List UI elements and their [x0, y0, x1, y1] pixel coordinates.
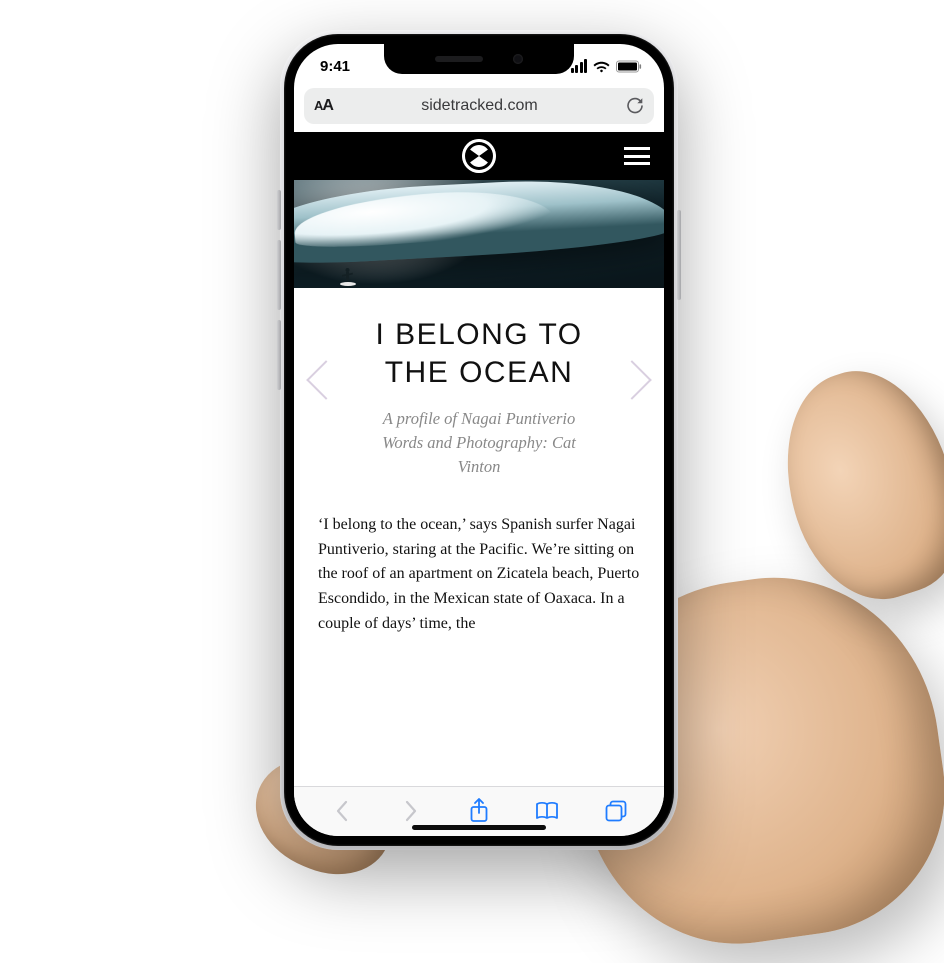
- wifi-icon: [593, 60, 610, 73]
- article-byline: A profile of Nagai Puntiverio Words and …: [316, 407, 642, 479]
- site-logo[interactable]: [462, 139, 496, 173]
- bookmarks-button[interactable]: [532, 796, 562, 826]
- webpage-viewport[interactable]: I BELONG TO THE OCEAN A profile of Nagai…: [294, 132, 664, 786]
- status-time: 9:41: [320, 58, 350, 75]
- iphone-device: 9:41 AA sidetracked.com: [280, 30, 678, 850]
- reload-button[interactable]: [626, 96, 644, 116]
- article-body: ‘I belong to the ocean,’ says Spanish su…: [316, 513, 642, 637]
- hero-image: [294, 180, 664, 288]
- share-button[interactable]: [464, 796, 494, 826]
- back-button[interactable]: [327, 796, 357, 826]
- surfer-icon: [340, 266, 356, 286]
- tabs-button[interactable]: [601, 796, 631, 826]
- site-header: [294, 132, 664, 180]
- device-notch: [384, 44, 574, 74]
- url-text[interactable]: sidetracked.com: [341, 97, 618, 115]
- article: I BELONG TO THE OCEAN A profile of Nagai…: [294, 288, 664, 637]
- menu-button[interactable]: [624, 147, 650, 165]
- home-indicator[interactable]: [412, 825, 546, 830]
- address-bar[interactable]: AA sidetracked.com: [304, 88, 654, 124]
- article-headline: I BELONG TO THE OCEAN: [316, 316, 642, 391]
- battery-icon: [616, 60, 642, 73]
- text-size-button[interactable]: AA: [314, 97, 333, 115]
- forward-button[interactable]: [396, 796, 426, 826]
- browser-chrome: AA sidetracked.com: [294, 88, 664, 132]
